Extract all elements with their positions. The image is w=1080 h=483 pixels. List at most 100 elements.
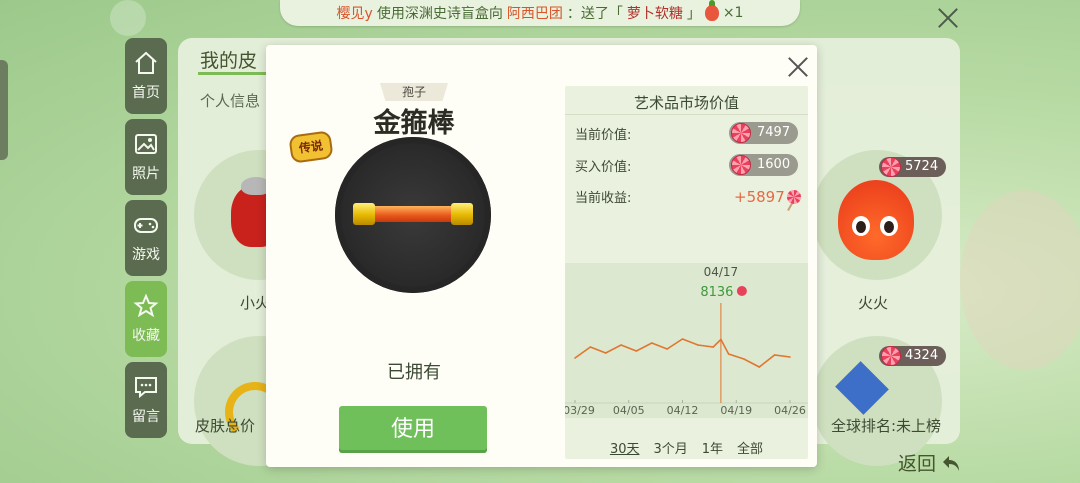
x-tick-label: 04/05 bbox=[613, 404, 645, 417]
price-point bbox=[758, 366, 761, 368]
buy-value: 1600 bbox=[757, 157, 791, 172]
item-name: 金箍棒 bbox=[373, 108, 455, 139]
price-value: 5724 bbox=[905, 159, 939, 174]
item-preview bbox=[335, 137, 491, 293]
eye bbox=[880, 216, 898, 236]
lollipop-icon bbox=[786, 190, 801, 204]
panel-title-underline bbox=[198, 72, 268, 75]
tooltip-date: 04/17 bbox=[704, 265, 739, 279]
price-point bbox=[681, 338, 684, 340]
skin-price-badge: 5724 bbox=[879, 157, 947, 177]
back-button[interactable]: 返回 bbox=[898, 449, 962, 476]
range-tab-3m[interactable]: 3个月 bbox=[653, 438, 687, 457]
gift-announcement-banner: 樱见y 使用深渊史诗盲盒向 阿西巴团 ：送了「 萝卜软糖 」 ×1 bbox=[280, 0, 800, 26]
price-point bbox=[589, 346, 592, 348]
banner-gift-close: 」 bbox=[686, 6, 701, 22]
x-tick-label: 03/29 bbox=[565, 404, 595, 417]
staff-cap bbox=[451, 203, 473, 225]
current-value-pill: 7497 bbox=[729, 122, 799, 144]
total-value-label: 皮肤总价 bbox=[195, 417, 256, 435]
nav-item-collection[interactable]: 收藏 bbox=[125, 281, 167, 357]
dialog-close-icon[interactable] bbox=[784, 53, 812, 81]
price-point bbox=[789, 356, 791, 358]
skin-name-label: 火火 bbox=[858, 294, 889, 312]
profit-text: +5897 bbox=[734, 188, 785, 206]
owned-status: 已拥有 bbox=[387, 362, 441, 383]
divider bbox=[565, 114, 808, 115]
lollipop-icon bbox=[731, 123, 751, 143]
price-point bbox=[720, 338, 722, 341]
global-rank-label: 全球排名:未上榜 bbox=[831, 417, 942, 435]
left-nav: 首页 照片 游戏 收藏 留言 bbox=[125, 38, 167, 443]
range-tabs: 30天 3个月 1年 全部 bbox=[565, 438, 808, 457]
fire-character-image bbox=[838, 180, 914, 260]
banner-count: ×1 bbox=[722, 5, 744, 21]
banner-target: 阿西巴团 bbox=[506, 6, 563, 22]
star-icon bbox=[133, 293, 159, 318]
staff-body bbox=[371, 206, 457, 222]
item-category-tag: 孢子 bbox=[380, 83, 448, 101]
buy-value-label: 买入价值: bbox=[575, 160, 632, 175]
nav-item-home[interactable]: 首页 bbox=[125, 38, 167, 114]
nav-label: 首页 bbox=[132, 85, 160, 101]
price-point bbox=[620, 344, 622, 346]
market-value-panel: 艺术品市场价值 当前价值: 7497 买入价值: 1600 当前收益: +589… bbox=[565, 86, 808, 459]
x-tick-label: 04/19 bbox=[720, 404, 752, 417]
nav-label: 照片 bbox=[132, 166, 160, 182]
staff-cap bbox=[353, 203, 375, 225]
price-chart-svg: 04/17 8136 03/29 04/05 04/12 04/19 04/26 bbox=[565, 265, 808, 417]
side-edge-tab[interactable] bbox=[0, 60, 8, 160]
nav-item-game[interactable]: 游戏 bbox=[125, 200, 167, 276]
banner-user: 樱见y bbox=[336, 6, 373, 22]
nav-item-message[interactable]: 留言 bbox=[125, 362, 167, 438]
profit-value: +5897 bbox=[734, 188, 801, 206]
buy-value-pill: 1600 bbox=[729, 154, 799, 176]
price-point bbox=[574, 357, 576, 359]
price-point bbox=[635, 350, 638, 352]
current-value-label: 当前价值: bbox=[575, 128, 632, 143]
x-tick-label: 04/12 bbox=[667, 404, 699, 417]
price-chart[interactable]: 04/17 8136 03/29 04/05 04/12 04/19 04/26 bbox=[565, 263, 808, 418]
price-value: 4324 bbox=[905, 348, 939, 363]
price-point bbox=[604, 352, 607, 354]
golden-staff-icon bbox=[353, 203, 473, 225]
message-icon bbox=[135, 377, 157, 399]
background-blob bbox=[110, 0, 146, 36]
range-tab-1y[interactable]: 1年 bbox=[702, 438, 723, 457]
photo-icon bbox=[135, 134, 157, 154]
price-point bbox=[727, 353, 730, 355]
nav-item-photo[interactable]: 照片 bbox=[125, 119, 167, 195]
price-point bbox=[743, 358, 745, 360]
price-point bbox=[712, 346, 715, 348]
nav-label: 收藏 bbox=[132, 328, 160, 344]
price-series-line bbox=[574, 338, 791, 368]
nav-label: 留言 bbox=[132, 409, 160, 425]
rarity-badge: 传说 bbox=[288, 130, 334, 164]
range-tab-all[interactable]: 全部 bbox=[737, 438, 763, 457]
background-blob bbox=[960, 190, 1080, 370]
item-detail-dialog: 孢子 金箍棒 传说 已拥有 使用 艺术品市场价值 当前价值: 7497 买入价值… bbox=[266, 45, 817, 467]
lollipop-icon bbox=[736, 286, 747, 296]
price-point bbox=[697, 344, 699, 346]
back-label: 返回 bbox=[898, 453, 937, 475]
range-tab-30d[interactable]: 30天 bbox=[610, 438, 640, 457]
lollipop-icon bbox=[881, 346, 901, 366]
home-icon bbox=[135, 51, 157, 74]
page-close-icon[interactable] bbox=[934, 4, 962, 32]
eye bbox=[852, 216, 870, 236]
gamepad-icon bbox=[134, 218, 158, 233]
lollipop-icon bbox=[881, 157, 901, 177]
current-value: 7497 bbox=[757, 125, 791, 140]
radish-icon bbox=[704, 0, 719, 21]
tooltip-value: 8136 bbox=[700, 285, 733, 300]
skin-price-badge: 4324 bbox=[879, 346, 947, 366]
nav-label: 游戏 bbox=[132, 247, 160, 263]
banner-gift-item: 萝卜软糖 bbox=[626, 6, 683, 22]
price-point bbox=[650, 342, 653, 344]
banner-gift-text: ：送了「 bbox=[566, 6, 623, 22]
tab-personal-info[interactable]: 个人信息 bbox=[200, 90, 260, 111]
use-button[interactable]: 使用 bbox=[339, 406, 487, 453]
panel-title: 我的皮 bbox=[200, 50, 258, 72]
back-arrow-icon bbox=[943, 455, 960, 471]
profit-label: 当前收益: bbox=[575, 191, 632, 206]
